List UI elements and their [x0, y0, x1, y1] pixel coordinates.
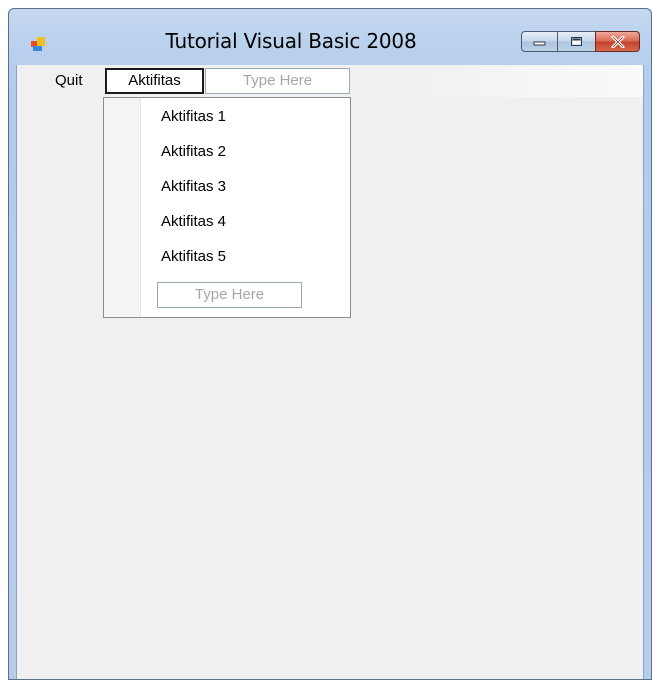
dropdown-item-aktifitas-2[interactable]: Aktifitas 2	[161, 139, 226, 165]
minimize-button[interactable]	[521, 31, 558, 52]
close-button[interactable]	[595, 31, 640, 52]
close-icon	[611, 35, 624, 48]
title-bar[interactable]: Tutorial Visual Basic 2008	[9, 9, 651, 65]
aktifitas-dropdown: Aktifitas 1 Aktifitas 2 Aktifitas 3 Akti…	[103, 97, 351, 318]
menu-aktifitas[interactable]: Aktifitas	[105, 68, 204, 94]
form-client-area: Quit Aktifitas Type Here Aktifitas 1 Akt…	[16, 65, 644, 679]
dropdown-image-margin	[104, 98, 141, 317]
minimize-icon	[533, 41, 545, 45]
maximize-button[interactable]	[557, 31, 596, 52]
menu-quit[interactable]: Quit	[51, 68, 87, 94]
menu-type-here-input[interactable]: Type Here	[205, 68, 350, 94]
dropdown-item-aktifitas-4[interactable]: Aktifitas 4	[161, 209, 226, 235]
dropdown-item-aktifitas-5[interactable]: Aktifitas 5	[161, 244, 226, 270]
menu-strip: Quit Aktifitas Type Here	[17, 65, 643, 97]
dropdown-item-aktifitas-1[interactable]: Aktifitas 1	[161, 104, 226, 130]
app-window: Tutorial Visual Basic 2008 Quit Aktifita…	[8, 8, 652, 680]
caption-buttons	[521, 31, 640, 53]
dropdown-type-here-input[interactable]: Type Here	[157, 282, 302, 308]
maximize-icon	[570, 36, 582, 46]
dropdown-item-aktifitas-3[interactable]: Aktifitas 3	[161, 174, 226, 200]
